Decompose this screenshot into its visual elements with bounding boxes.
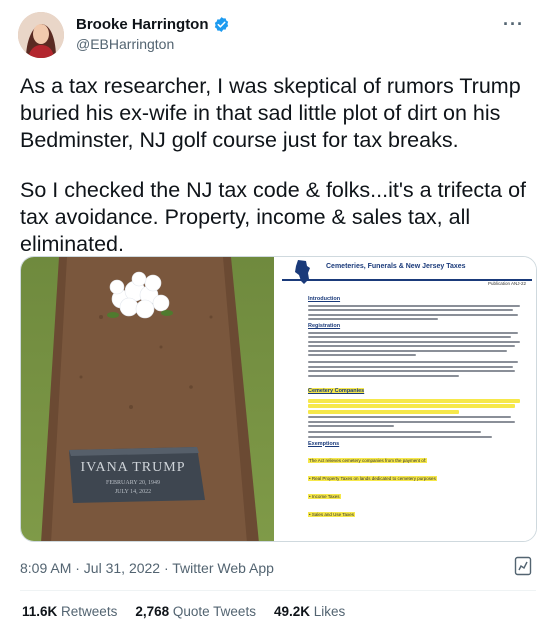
likes-stat[interactable]: 49.2K Likes	[274, 604, 345, 619]
tweet-timestamp[interactable]: 8:09 AM · Jul 31, 2022 · Twitter Web App	[20, 560, 274, 576]
doc-exemption-item: • Income Taxes	[308, 493, 341, 499]
quote-tweets-stat[interactable]: 2,768 Quote Tweets	[135, 604, 256, 619]
divider	[20, 590, 536, 591]
doc-section-heading: Exemptions	[308, 440, 340, 447]
tweet-stats: 11.6K Retweets 2,768 Quote Tweets 49.2K …	[22, 604, 345, 619]
gravestone-born: FEBRUARY 20, 1949	[106, 480, 160, 486]
author-handle[interactable]: @EBHarrington	[76, 36, 230, 52]
tax-document-image[interactable]: Cemeteries, Funerals & New Jersey Taxes …	[274, 257, 536, 541]
document-publication: Publication ANJ-22	[487, 281, 526, 286]
doc-section-heading: Introduction	[308, 296, 341, 302]
tweet-header: Brooke Harrington @EBHarrington ···	[18, 12, 538, 60]
doc-section-heading: Registration	[308, 323, 341, 329]
verified-badge-icon	[213, 16, 230, 33]
nj-map-icon	[295, 260, 310, 284]
doc-exemption-intro: The Act relieves cemetery companies from…	[308, 457, 428, 463]
tweet-paragraph: So I checked the NJ tax code & folks...i…	[20, 178, 527, 256]
more-options-icon[interactable]: ···	[503, 14, 524, 35]
author-display-name[interactable]: Brooke Harrington	[76, 16, 209, 33]
document-title: Cemeteries, Funerals & New Jersey Taxes	[326, 263, 466, 270]
retweets-stat[interactable]: 11.6K Retweets	[22, 604, 117, 619]
tweet-paragraph: As a tax researcher, I was skeptical of …	[20, 74, 521, 152]
gravestone-name: IVANA TRUMP	[80, 460, 185, 475]
tweet-media[interactable]: IVANA TRUMP FEBRUARY 20, 1949 JULY 14, 2…	[20, 256, 537, 542]
grave-photo[interactable]: IVANA TRUMP FEBRUARY 20, 1949 JULY 14, 2…	[21, 257, 274, 541]
gravestone-died: JULY 14, 2022	[115, 489, 151, 495]
doc-exemption-item: • Real Property Taxes on lands dedicated…	[308, 475, 437, 481]
doc-section-heading: Cemetery Companies	[308, 388, 365, 394]
avatar[interactable]	[18, 12, 64, 58]
tweet-text: As a tax researcher, I was skeptical of …	[20, 73, 540, 258]
doc-exemption-item: • Sales and Use Taxes	[308, 511, 356, 517]
analytics-icon[interactable]	[514, 556, 532, 576]
